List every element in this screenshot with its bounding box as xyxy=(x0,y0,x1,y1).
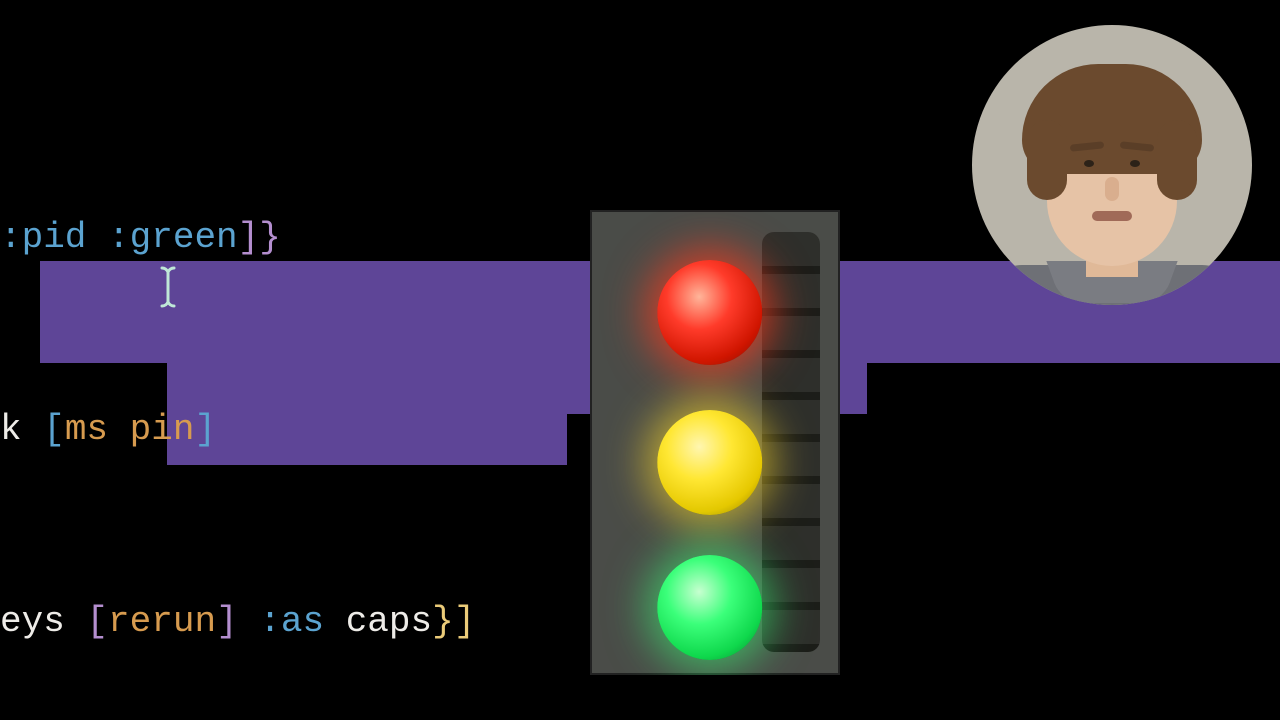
presenter-webcam xyxy=(972,25,1252,305)
text-cursor-ibeam-icon xyxy=(160,266,176,308)
green-led-icon xyxy=(657,555,762,660)
bracket: [ xyxy=(43,409,65,450)
bracket: ] xyxy=(216,601,238,642)
bracket: ] xyxy=(194,409,216,450)
yellow-led-icon xyxy=(657,410,762,515)
keyword-as: :as xyxy=(238,601,346,642)
bracket: ]} xyxy=(238,217,281,258)
identifier: k xyxy=(0,409,43,450)
traffic-light-photo xyxy=(590,210,840,675)
identifier: rerun xyxy=(108,601,216,642)
keyword-pid: :pid xyxy=(0,217,86,258)
bracket: [ xyxy=(86,601,108,642)
lamp-holder xyxy=(762,232,820,652)
bracket: }] xyxy=(432,601,475,642)
red-led-icon xyxy=(657,260,762,365)
identifier: pin xyxy=(130,409,195,450)
identifier: caps xyxy=(346,601,432,642)
identifier: ms xyxy=(65,409,108,450)
keyword-green: :green xyxy=(108,217,238,258)
identifier: eys xyxy=(0,601,86,642)
